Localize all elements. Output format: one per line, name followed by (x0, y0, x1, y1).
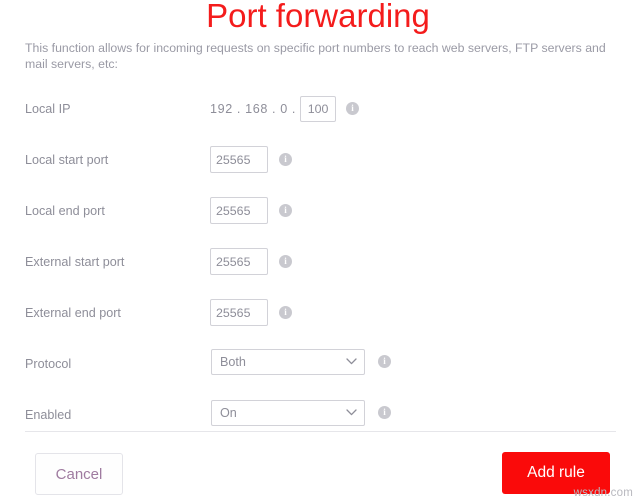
page-description: This function allows for incoming reques… (25, 41, 606, 71)
form-row-local-end-port: Local end port i (0, 192, 636, 243)
local-start-port-input[interactable] (210, 146, 268, 173)
protocol-select-value: Both (211, 349, 365, 375)
form-row-local-ip: Local IP 192 . 168 . 0 . i (0, 90, 636, 141)
form-row-enabled: Enabled On i (0, 396, 636, 447)
info-icon[interactable]: i (279, 204, 292, 217)
footer-divider (25, 431, 616, 432)
form-row-local-start-port: Local start port i (0, 141, 636, 192)
label-external-end-port: External end port (25, 306, 121, 320)
enabled-select[interactable]: On (211, 400, 365, 426)
info-icon[interactable]: i (378, 406, 391, 419)
port-forwarding-page: Port forwarding This function allows for… (0, 0, 636, 500)
form-row-external-end-port: External end port i (0, 294, 636, 345)
local-ip-last-octet-input[interactable] (300, 96, 337, 122)
cancel-button[interactable]: Cancel (35, 453, 123, 495)
label-local-ip: Local IP (25, 102, 71, 116)
watermark: wsxdn.com (573, 487, 633, 499)
label-local-end-port: Local end port (25, 204, 105, 218)
external-end-port-input[interactable] (210, 299, 268, 326)
info-icon[interactable]: i (279, 306, 292, 319)
page-title: Port forwarding (206, 0, 430, 34)
label-enabled: Enabled (25, 408, 72, 422)
form-row-protocol: Protocol Both i (0, 345, 636, 396)
form-row-external-start-port: External start port i (0, 243, 636, 294)
enabled-select-value: On (211, 400, 365, 426)
info-icon[interactable]: i (378, 355, 391, 368)
info-icon[interactable]: i (279, 255, 292, 268)
port-forwarding-form: Local IP 192 . 168 . 0 . i Local start p… (0, 90, 636, 447)
info-icon[interactable]: i (346, 102, 359, 115)
local-ip-field-group: 192 . 168 . 0 . (210, 96, 337, 122)
label-external-start-port: External start port (25, 255, 125, 269)
label-local-start-port: Local start port (25, 153, 109, 167)
local-end-port-input[interactable] (210, 197, 268, 224)
protocol-select[interactable]: Both (211, 349, 365, 375)
local-ip-prefix: 192 . 168 . 0 . (210, 102, 297, 116)
info-icon[interactable]: i (279, 153, 292, 166)
external-start-port-input[interactable] (210, 248, 268, 275)
label-protocol: Protocol (25, 357, 72, 371)
